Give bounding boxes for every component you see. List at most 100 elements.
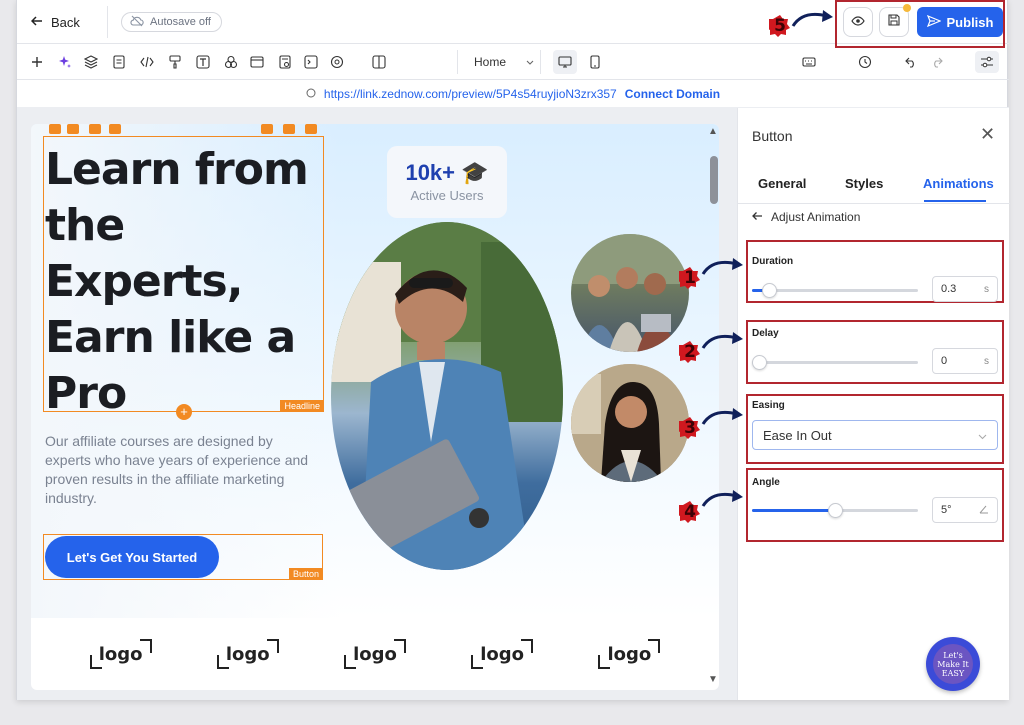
- marker-number: 1: [684, 268, 696, 288]
- step-marker-4: 4: [679, 500, 701, 524]
- forms-icon[interactable]: [275, 52, 295, 72]
- partner-logo: logo: [471, 639, 534, 669]
- eye-icon: [851, 13, 865, 31]
- preview-button[interactable]: [843, 7, 873, 37]
- step-marker-5: 5: [769, 14, 791, 38]
- angle-value: 5°: [941, 504, 952, 516]
- close-icon[interactable]: ✕: [980, 124, 995, 145]
- panel-tabs: General Styles Animations: [738, 164, 1010, 204]
- delay-input[interactable]: 0 s: [932, 348, 998, 374]
- arrow-icon: [701, 490, 743, 507]
- chat-widget[interactable]: Let's Make It EASY: [926, 637, 980, 691]
- element-toolbar: [43, 124, 324, 134]
- easing-select[interactable]: Ease In Out: [752, 420, 998, 450]
- stat-label: Active Users: [410, 188, 484, 203]
- autosave-label: Autosave off: [150, 16, 211, 28]
- button-selection-outline: Button: [43, 534, 323, 580]
- back-label: Back: [51, 14, 80, 30]
- delay-label: Delay: [752, 328, 779, 339]
- hero-main-photo[interactable]: [331, 222, 563, 570]
- adjust-animation-label: Adjust Animation: [771, 210, 861, 224]
- globe-icon[interactable]: [327, 52, 347, 72]
- media-icon[interactable]: [301, 52, 321, 72]
- angle-slider-fill: [752, 509, 835, 512]
- divider: [107, 6, 108, 38]
- redo-icon[interactable]: [927, 52, 947, 72]
- page-selector[interactable]: Home: [457, 50, 541, 74]
- easing-label: Easing: [752, 400, 785, 411]
- hero-description[interactable]: Our affiliate courses are designed by ex…: [45, 432, 320, 508]
- angle-label: Angle: [752, 477, 780, 488]
- autosave-toggle[interactable]: Autosave off: [121, 12, 222, 32]
- arrow-icon: [791, 10, 833, 27]
- pages-icon[interactable]: [109, 52, 129, 72]
- desktop-view-icon[interactable]: [553, 50, 577, 74]
- settings-sliders-icon[interactable]: [975, 51, 999, 73]
- preview-url-link[interactable]: https://link.zednow.com/preview/5P4s54ru…: [324, 87, 617, 101]
- marker-number: 3: [684, 418, 696, 438]
- tab-animations[interactable]: Animations: [923, 176, 994, 191]
- angle-icon: [979, 504, 989, 517]
- ai-sparkle-icon[interactable]: [55, 52, 75, 72]
- easing-value: Ease In Out: [763, 427, 832, 443]
- scroll-down-arrow[interactable]: ▼: [707, 674, 719, 686]
- chevron-down-icon: [978, 428, 987, 443]
- step-marker-3: 3: [679, 416, 701, 440]
- delay-unit: s: [984, 355, 989, 367]
- connect-domain-link[interactable]: Connect Domain: [625, 87, 720, 101]
- unsaved-indicator: [903, 4, 911, 12]
- tab-styles[interactable]: Styles: [845, 176, 883, 191]
- angle-slider-thumb[interactable]: [828, 503, 843, 518]
- save-icon: [888, 13, 900, 31]
- arrow-icon: [701, 258, 743, 275]
- student-portrait-photo[interactable]: [571, 364, 689, 482]
- duration-input[interactable]: 0.3 s: [932, 276, 998, 302]
- delay-value: 0: [941, 355, 948, 367]
- students-group-photo[interactable]: [571, 234, 689, 352]
- logo-strip: logo logo logo logo logo: [31, 618, 719, 690]
- marker-number: 2: [684, 342, 696, 362]
- angle-slider[interactable]: [752, 503, 918, 518]
- adjust-animation-back[interactable]: Adjust Animation: [752, 210, 860, 224]
- scroll-up-arrow[interactable]: ▲: [707, 126, 719, 138]
- stat-number: 10k+: [405, 160, 456, 185]
- duration-slider[interactable]: [752, 283, 918, 298]
- partner-logo: logo: [343, 639, 406, 669]
- delay-slider[interactable]: [752, 355, 918, 370]
- stat-number-row: 10k+ 🎓: [387, 160, 507, 186]
- keyboard-icon[interactable]: [799, 52, 819, 72]
- panel-title: Button: [752, 128, 793, 144]
- duration-value: 0.3: [941, 283, 957, 295]
- code-icon[interactable]: [137, 52, 157, 72]
- canvas-scrollbar-thumb[interactable]: [710, 156, 718, 204]
- layers-icon[interactable]: [81, 52, 101, 72]
- back-button[interactable]: Back: [30, 12, 80, 32]
- stat-card[interactable]: 10k+ 🎓 Active Users: [387, 146, 507, 218]
- publish-button[interactable]: Publish: [917, 7, 1003, 37]
- button-tag: Button: [288, 568, 323, 580]
- add-below-button[interactable]: +: [176, 404, 192, 420]
- chevron-down-icon: [526, 55, 534, 69]
- add-element-icon[interactable]: [27, 52, 47, 72]
- arrow-left-icon: [30, 15, 43, 30]
- angle-input[interactable]: 5°: [932, 497, 998, 523]
- paint-icon[interactable]: [165, 52, 185, 72]
- top-bar: Back Autosave off Publish: [17, 0, 1009, 48]
- marker-number: 4: [684, 502, 696, 522]
- publish-label: Publish: [946, 14, 994, 30]
- mobile-view-icon[interactable]: [583, 50, 607, 74]
- split-view-icon[interactable]: [369, 52, 389, 72]
- text-icon[interactable]: [193, 52, 213, 72]
- undo-icon[interactable]: [901, 52, 921, 72]
- duration-unit: s: [984, 283, 989, 295]
- step-marker-2: 2: [679, 340, 701, 364]
- section-icon[interactable]: [247, 52, 267, 72]
- elements-icon[interactable]: [221, 52, 241, 72]
- tab-general[interactable]: General: [758, 176, 806, 191]
- duration-slider-thumb[interactable]: [761, 283, 777, 298]
- cloud-off-icon: [130, 15, 144, 30]
- history-icon[interactable]: [855, 52, 875, 72]
- page-canvas: Learn from the Experts, Earn like a Pro …: [31, 124, 719, 690]
- delay-slider-thumb[interactable]: [752, 355, 767, 370]
- headline-tag: Headline: [280, 400, 324, 412]
